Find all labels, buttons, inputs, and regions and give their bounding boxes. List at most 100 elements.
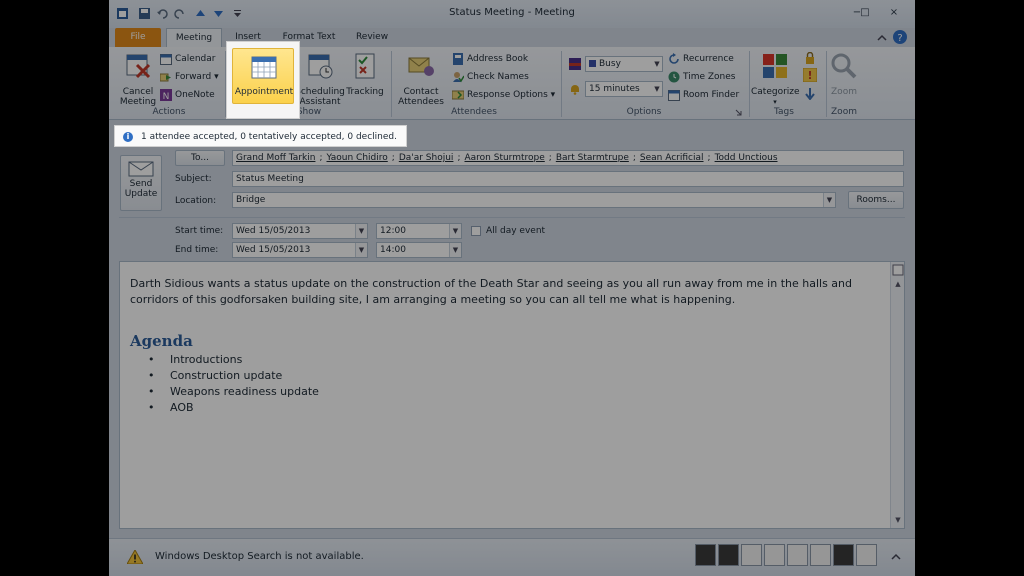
avatar[interactable] — [810, 544, 831, 566]
attendee-link[interactable]: Da'ar Shojui — [399, 153, 454, 163]
send-update-label: Send Update — [124, 179, 158, 199]
reminder-dropdown[interactable]: 15 minutes ▼ — [585, 81, 663, 97]
all-day-checkbox[interactable] — [471, 226, 481, 236]
form-divider — [119, 217, 905, 218]
end-date-picker[interactable]: Wed 15/05/2013 ▼ — [232, 242, 368, 258]
subject-label: Subject: — [175, 174, 212, 184]
response-options-button[interactable]: Response Options ▾ — [452, 87, 555, 103]
categorize-icon — [763, 54, 787, 78]
scheduling-assistant-button[interactable]: Scheduling Assistant — [295, 49, 345, 107]
to-field[interactable]: Grand Moff Tarkin; Yaoun Chidiro; Da'ar Sh… — [232, 150, 904, 166]
chevron-down-icon[interactable]: ▼ — [449, 224, 461, 238]
vertical-scrollbar[interactable]: ▲ ▼ — [890, 262, 904, 528]
end-time-value: 14:00 — [380, 245, 406, 255]
avatar[interactable] — [856, 544, 877, 566]
attendee-link[interactable]: Aaron Sturmtrope — [464, 153, 544, 163]
attendee-link[interactable]: Yaoun Chidiro — [327, 153, 388, 163]
maximize-button[interactable]: □ — [858, 6, 872, 20]
svg-text:N: N — [163, 92, 170, 101]
low-importance-icon[interactable] — [805, 88, 815, 100]
appointment-label: Appointment — [234, 87, 294, 97]
ribbon-separator — [391, 51, 392, 117]
close-button[interactable]: × — [887, 6, 901, 20]
zoom-button[interactable]: Zoom — [828, 49, 860, 105]
recurrence-button[interactable]: Recurrence — [668, 51, 734, 67]
contact-attendees-button[interactable]: Contact Attendees — [395, 49, 447, 107]
scroll-down-icon[interactable]: ▼ — [891, 514, 905, 526]
zoom-magnifier-icon — [831, 53, 857, 79]
cancel-meeting-icon — [126, 54, 151, 79]
onenote-button[interactable]: N OneNote — [160, 87, 215, 103]
chevron-down-icon[interactable]: ▼ — [355, 243, 367, 257]
attendee-link[interactable]: Sean Acrificial — [640, 153, 704, 163]
message-body[interactable]: Darth Sidious wants a status update on t… — [119, 261, 905, 529]
time-zones-label: Time Zones — [683, 72, 736, 82]
attendee-list: Grand Moff Tarkin; Yaoun Chidiro; Da'ar Sh… — [236, 153, 782, 163]
rooms-button[interactable]: Rooms... — [848, 191, 904, 209]
room-finder-label: Room Finder — [683, 90, 740, 100]
ruler-toggle-icon[interactable] — [892, 264, 904, 276]
attendee-link[interactable]: Bart Starmtrupe — [556, 153, 629, 163]
status-bar: Windows Desktop Search is not available. — [109, 538, 915, 576]
agenda-heading: Agenda — [130, 332, 193, 350]
appointment-button-face: Appointment — [232, 48, 294, 104]
to-button[interactable]: To... — [175, 150, 225, 166]
options-dialog-launcher-icon[interactable] — [735, 109, 742, 116]
chevron-down-icon[interactable]: ▼ — [355, 224, 367, 238]
tags-group-label: Tags — [774, 107, 794, 117]
forward-button[interactable]: Forward ▾ — [160, 69, 219, 85]
help-icon[interactable]: ? — [893, 30, 907, 44]
onenote-icon: N — [160, 88, 172, 101]
categorize-label: Categorize — [751, 87, 800, 97]
calendar-button[interactable]: Calendar — [160, 51, 215, 67]
location-value: Bridge — [236, 195, 266, 205]
chevron-down-icon[interactable]: ▼ — [823, 193, 835, 207]
start-date-value: Wed 15/05/2013 — [236, 226, 311, 236]
meeting-form: Send Update To... Grand Moff Tarkin; Yaou… — [109, 147, 915, 259]
avatar[interactable] — [718, 544, 739, 566]
avatar[interactable] — [764, 544, 785, 566]
address-book-button[interactable]: Address Book — [452, 51, 528, 67]
avatar[interactable] — [695, 544, 716, 566]
categorize-button[interactable]: Categorize ▾ — [751, 49, 800, 106]
zoom-label: Zoom — [831, 87, 857, 97]
attendee-link[interactable]: Grand Moff Tarkin — [236, 153, 315, 163]
attendee-link[interactable]: Todd Unctious — [715, 153, 778, 163]
cancel-meeting-button[interactable]: Cancel Meeting — [116, 49, 160, 107]
status-text: Windows Desktop Search is not available. — [155, 551, 364, 562]
start-time-picker[interactable]: 12:00 ▼ — [376, 223, 462, 239]
avatar[interactable] — [787, 544, 808, 566]
tab-meeting[interactable]: Meeting — [166, 28, 222, 47]
start-date-picker[interactable]: Wed 15/05/2013 ▼ — [232, 223, 368, 239]
tab-file[interactable]: File — [115, 28, 161, 47]
time-zones-button[interactable]: Time Zones — [668, 69, 736, 85]
tab-review[interactable]: Review — [349, 28, 395, 47]
send-update-button[interactable]: Send Update — [120, 155, 162, 211]
scheduling-assistant-icon — [308, 54, 333, 79]
recurrence-icon — [669, 52, 679, 64]
forward-icon — [160, 73, 171, 81]
avatar[interactable] — [741, 544, 762, 566]
attendee-separator: ; — [319, 153, 323, 163]
collapse-ribbon-icon[interactable] — [877, 33, 887, 43]
time-zones-icon — [668, 71, 680, 82]
check-names-button[interactable]: Check Names — [452, 69, 529, 85]
chevron-down-icon[interactable]: ▼ — [449, 243, 461, 257]
busy-color-swatch — [589, 60, 596, 67]
subject-input[interactable]: Status Meeting — [232, 171, 904, 187]
avatar[interactable] — [833, 544, 854, 566]
appointment-button[interactable]: Appointment — [226, 41, 300, 119]
scroll-up-icon[interactable]: ▲ — [891, 278, 905, 290]
high-importance-icon[interactable]: ! — [803, 68, 817, 82]
title-bar: Status Meeting - Meeting − □ × — [109, 0, 915, 28]
location-input[interactable]: Bridge ▼ — [232, 192, 836, 208]
reminder-bell-icon — [571, 85, 579, 95]
show-as-dropdown[interactable]: Busy ▼ — [585, 56, 663, 72]
tracking-button[interactable]: Tracking — [345, 49, 385, 105]
svg-text:!: ! — [807, 69, 812, 82]
end-time-picker[interactable]: 14:00 ▼ — [376, 242, 462, 258]
expand-people-pane-icon[interactable] — [891, 552, 901, 562]
room-finder-button[interactable]: Room Finder — [668, 87, 739, 103]
private-lock-icon[interactable] — [804, 52, 816, 64]
appointment-calendar-icon — [251, 56, 277, 79]
